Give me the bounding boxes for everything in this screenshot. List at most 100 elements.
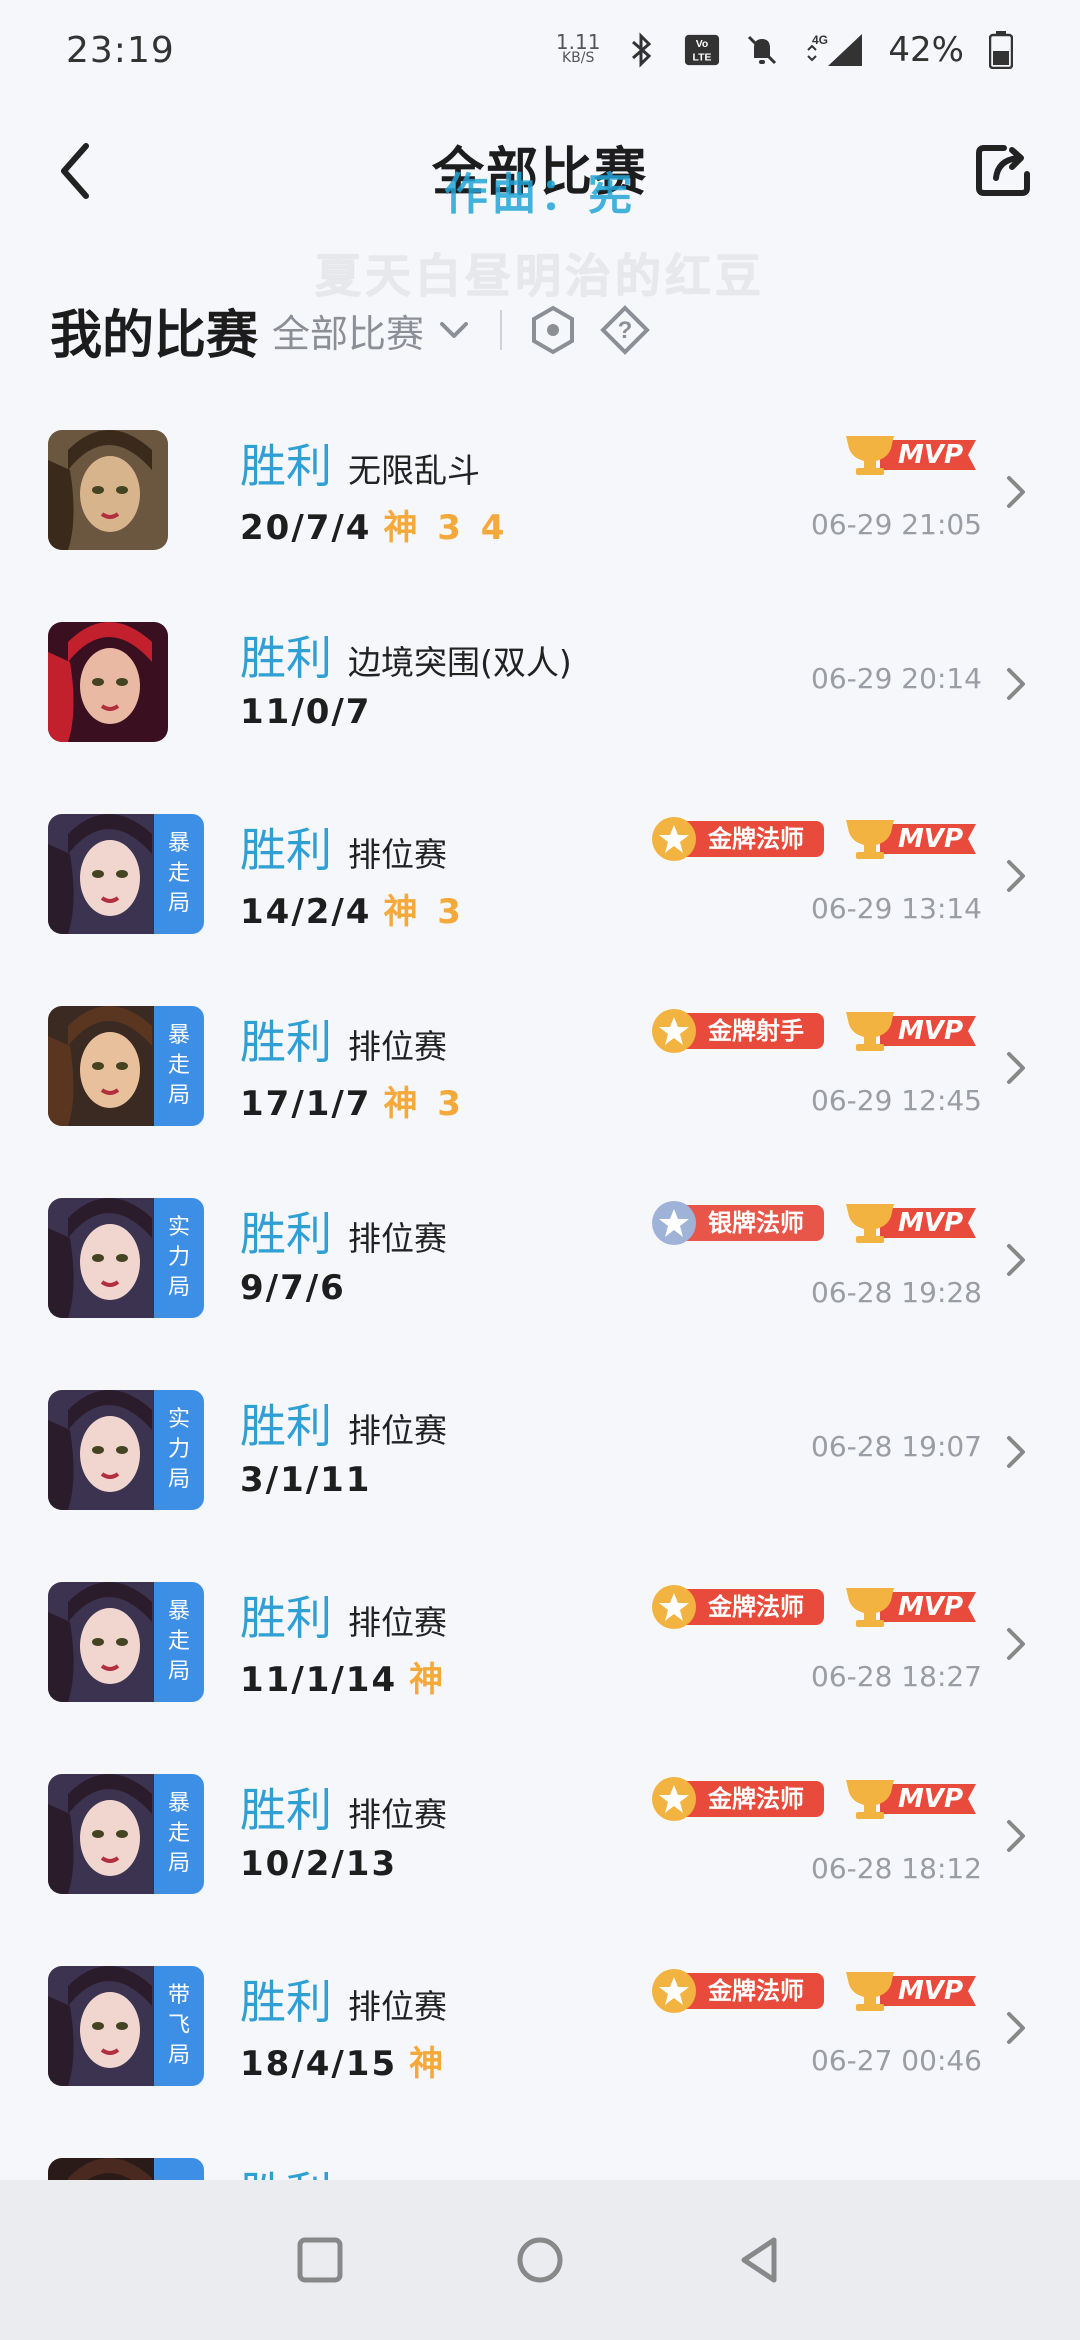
star-medal-icon <box>652 1009 696 1053</box>
home-button[interactable] <box>510 2230 570 2290</box>
badge-group: 金牌法师 MVP <box>648 1774 982 1824</box>
clock: 23:19 <box>66 29 175 71</box>
match-tag-char: 走 <box>167 1821 190 1846</box>
match-row[interactable]: 暴走局胜利 排位赛 14/2/4 神 3 06-29 13:14 金牌法师 MVP <box>0 784 1080 976</box>
god-rating: 神 3 <box>383 892 465 932</box>
star-medal-icon <box>652 1201 696 1245</box>
volte-icon: Vo LTE <box>684 32 720 68</box>
hero-avatar <box>48 430 168 550</box>
kda-value: 3/1/11 <box>240 1460 372 1500</box>
match-tag-char: 局 <box>167 1275 190 1300</box>
chevron-right-icon <box>1007 1052 1025 1084</box>
match-row[interactable]: 暴走局胜利 排位赛 10/2/13 06-28 18:12 金牌法师 MVP <box>0 1744 1080 1936</box>
mvp-badge: MVP <box>840 1774 982 1824</box>
section-title: 我的比赛 <box>50 305 259 366</box>
kda-value: 17/1/7 <box>240 1084 372 1124</box>
match-result: 胜利 <box>240 1591 332 1645</box>
filter-dropdown[interactable]: 全部比赛 <box>272 303 474 358</box>
circle-icon <box>517 2237 563 2283</box>
medal-badge: 金牌法师 <box>648 1966 824 2016</box>
hexagon-settings-button[interactable] <box>528 305 578 355</box>
kda-text: 10/2/13 <box>240 1844 397 1884</box>
match-row[interactable]: 实力局胜利 排位赛 3/1/11 06-28 19:07 <box>0 1360 1080 1552</box>
kda-value: 9/7/6 <box>240 1268 346 1308</box>
match-tag-char: 局 <box>167 891 190 916</box>
match-mode: 排位赛 <box>348 835 447 874</box>
mvp-label: MVP <box>898 824 964 854</box>
medal-badge: 金牌法师 <box>648 1774 824 1824</box>
match-row[interactable]: 带飞局胜利 排位赛 18/4/15 神 06-27 00:46 金牌法师 MVP <box>0 1936 1080 2128</box>
match-date: 06-29 12:45 <box>811 1084 982 1117</box>
svg-text:LTE: LTE <box>693 52 712 63</box>
match-mode: 排位赛 <box>348 1603 447 1642</box>
chevron-right-icon <box>1007 1436 1025 1468</box>
match-date: 06-28 19:07 <box>811 1430 982 1463</box>
my-matches-bar: 我的比赛 全部比赛 ? <box>50 290 650 370</box>
match-tag-char: 暴 <box>167 1599 190 1624</box>
chevron-right-icon <box>1007 1244 1025 1276</box>
match-tag: 带飞局 <box>154 1966 204 2086</box>
share-button[interactable] <box>974 140 1034 200</box>
watermark-text: 作曲：宪 <box>444 169 636 220</box>
match-list: 胜利 无限乱斗 20/7/4 神 3 4 06-29 21:05 MVP 胜利 边境突围(… <box>0 400 1080 2320</box>
status-icons: 1.11 KB/S Vo LTE 4G 42% <box>556 30 1014 70</box>
match-tag: 实力局 <box>154 1198 204 1318</box>
kda-value: 10/2/13 <box>240 1844 398 1884</box>
star-medal-icon <box>652 1777 696 1821</box>
match-result: 胜利 <box>240 1015 332 1069</box>
chevron-right-icon <box>1007 2012 1025 2044</box>
match-mode: 排位赛 <box>348 1411 447 1450</box>
question-diamond-icon: ? <box>600 305 650 355</box>
badge-group: 银牌法师 MVP <box>648 1198 982 1248</box>
kda-value: 11/0/7 <box>240 692 372 732</box>
match-row[interactable]: 胜利 无限乱斗 20/7/4 神 3 4 06-29 21:05 MVP <box>0 400 1080 592</box>
match-date: 06-29 20:14 <box>811 662 982 695</box>
recents-button[interactable] <box>290 2230 350 2290</box>
network-speed-unit: KB/S <box>561 50 595 66</box>
mvp-label: MVP <box>898 1976 964 2006</box>
match-row[interactable]: 胜利 边境突围(双人) 11/0/7 06-29 20:14 <box>0 592 1080 784</box>
mvp-label: MVP <box>898 1208 964 1238</box>
match-mode: 排位赛 <box>348 1987 447 2026</box>
bluetooth-icon <box>624 32 660 68</box>
match-result: 胜利 <box>240 1783 332 1837</box>
kda-text: 18/4/15 神 <box>240 2036 447 2085</box>
medal-badge: 银牌法师 <box>648 1198 824 1248</box>
triangle-back-icon <box>741 2237 777 2283</box>
badge-group: 金牌射手 MVP <box>648 1006 982 1056</box>
match-result: 胜利 <box>240 631 332 685</box>
chevron-right-icon <box>1007 860 1025 892</box>
chevron-down-icon <box>440 322 469 338</box>
system-nav-bar <box>0 2180 1080 2340</box>
nav-back-button[interactable] <box>730 2230 790 2290</box>
match-date: 06-29 21:05 <box>811 508 982 541</box>
mute-bell-icon <box>744 32 780 68</box>
badge-group: 金牌法师 MVP <box>648 814 982 864</box>
match-tag: 暴走局 <box>154 1582 204 1702</box>
match-tag-char: 暴 <box>167 1023 190 1048</box>
match-tag-char: 实 <box>167 1215 190 1240</box>
star-medal-icon <box>652 1585 696 1629</box>
mvp-badge: MVP <box>840 1966 982 2016</box>
match-row[interactable]: 实力局胜利 排位赛 9/7/6 06-28 19:28 银牌法师 MVP <box>0 1168 1080 1360</box>
chevron-right-icon <box>1007 668 1025 700</box>
mvp-label: MVP <box>898 1016 964 1046</box>
kda-text: 17/1/7 神 3 <box>240 1076 465 1125</box>
kda-text: 3/1/11 <box>240 1460 371 1500</box>
app-header: 全部比赛 作曲：宪 <box>0 120 1080 220</box>
match-date: 06-28 18:12 <box>811 1852 982 1885</box>
match-mode: 无限乱斗 <box>348 451 480 490</box>
match-row[interactable]: 暴走局胜利 排位赛 11/1/14 神 06-28 18:27 金牌法师 MVP <box>0 1552 1080 1744</box>
signal-4g-icon: 4G <box>804 32 864 68</box>
help-button[interactable]: ? <box>600 305 650 355</box>
match-mode: 排位赛 <box>348 1795 447 1834</box>
match-date: 06-28 19:28 <box>811 1276 982 1309</box>
kda-value: 20/7/4 <box>240 508 372 548</box>
match-tag-char: 力 <box>167 1245 190 1270</box>
mvp-label: MVP <box>898 440 964 470</box>
badge-group: 金牌法师 MVP <box>648 1582 982 1632</box>
match-date: 06-27 00:46 <box>811 2044 982 2077</box>
match-result: 胜利 <box>240 439 332 493</box>
match-row[interactable]: 暴走局胜利 排位赛 17/1/7 神 3 06-29 12:45 金牌射手 MVP <box>0 976 1080 1168</box>
mvp-label: MVP <box>898 1592 964 1622</box>
